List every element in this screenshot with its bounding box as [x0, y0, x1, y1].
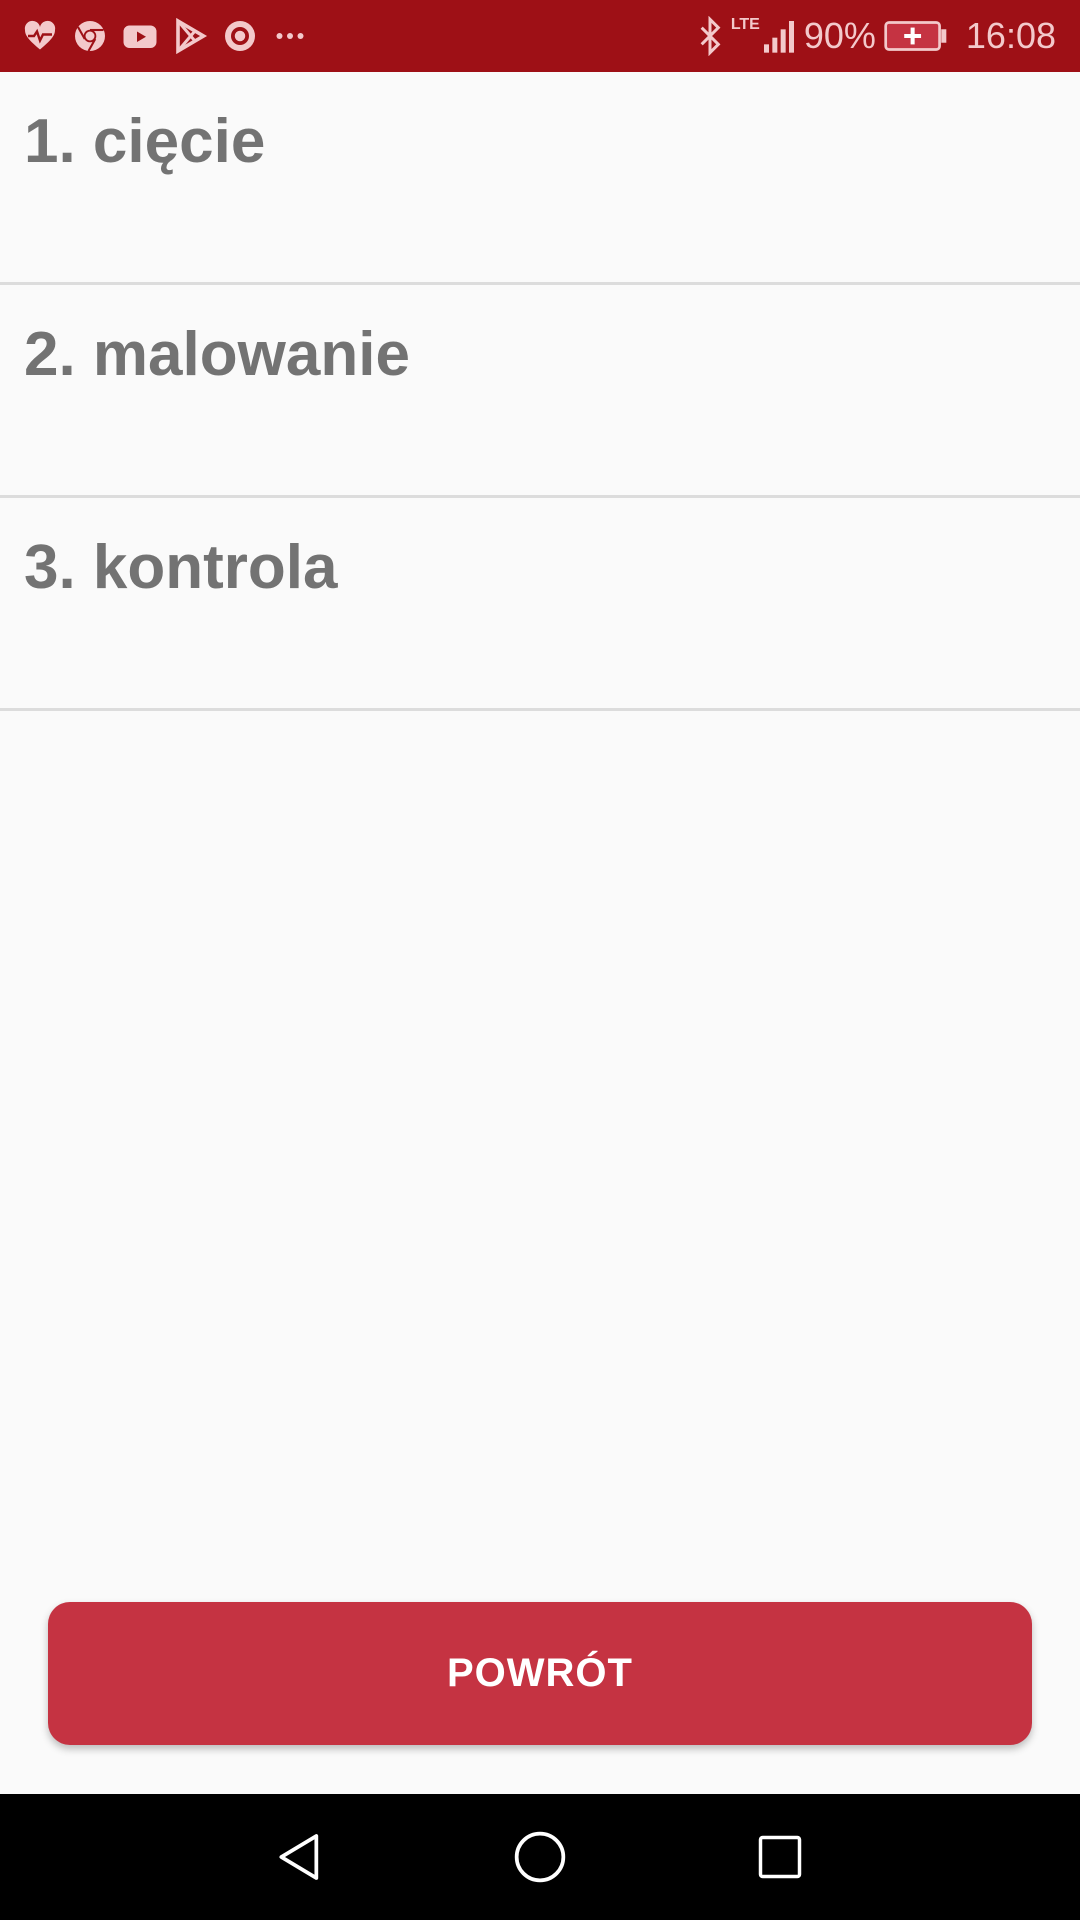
heart-rate-icon [24, 20, 56, 50]
nav-recent-apps-button[interactable] [745, 1822, 815, 1892]
system-status: LTE 90% 16:08 [697, 0, 1056, 72]
battery-charging-icon [884, 21, 947, 51]
list-item-label: 3. kontrola [24, 533, 338, 602]
signal-strength-icon [763, 21, 794, 53]
back-triangle-icon [279, 1834, 319, 1880]
clock-time: 16:08 [965, 15, 1056, 56]
record-icon [225, 21, 255, 51]
navigation-bar [0, 1794, 1080, 1920]
list-item-label: 2. malowanie [24, 320, 410, 389]
list-item[interactable]: 1. cięcie [0, 72, 1080, 285]
chrome-icon [75, 21, 105, 52]
nav-back-button[interactable] [265, 1822, 335, 1892]
list-item[interactable]: 3. kontrola [0, 498, 1080, 711]
play-store-icon [176, 18, 208, 54]
notification-icons [22, 0, 308, 72]
status-bar: LTE 90% 16:08 [0, 0, 1080, 72]
bluetooth-icon [700, 16, 721, 56]
process-list: 1. cięcie 2. malowanie 3. kontrola [0, 72, 1080, 711]
nav-home-button[interactable] [505, 1822, 575, 1892]
more-notifications-icon [276, 33, 304, 39]
network-type-label: LTE [730, 16, 760, 33]
battery-percent: 90% [803, 15, 876, 56]
home-circle-icon [514, 1831, 566, 1883]
recent-apps-square-icon [758, 1835, 802, 1879]
list-item[interactable]: 2. malowanie [0, 285, 1080, 498]
list-item-label: 1. cięcie [24, 107, 266, 176]
youtube-icon [123, 25, 157, 48]
back-button[interactable]: POWRÓT [48, 1602, 1032, 1745]
